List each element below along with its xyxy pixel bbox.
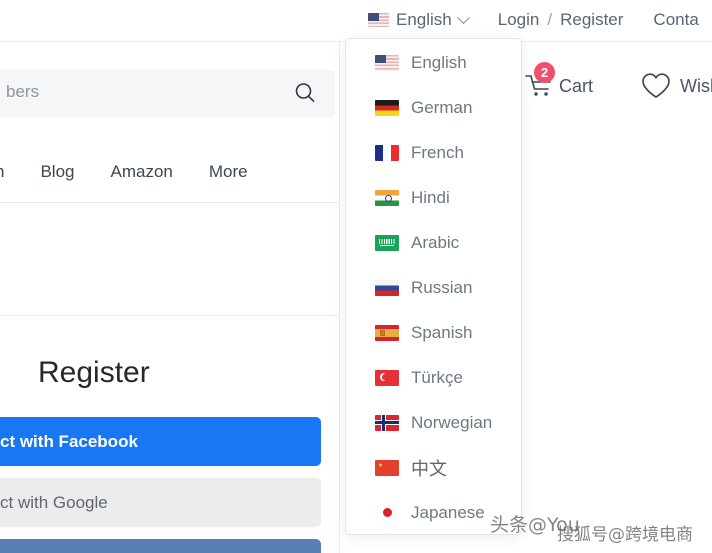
language-option-label: Arabic <box>411 232 460 252</box>
watermark-secondary: 搜狐号@跨境电商 <box>557 525 693 545</box>
sa-flag-icon <box>375 234 399 251</box>
content-divider-bottom <box>0 315 340 316</box>
heart-icon <box>642 73 670 98</box>
language-option-label: Russian <box>411 277 473 297</box>
language-option-label: English <box>411 52 467 72</box>
language-option-spanish[interactable]: Spanish <box>346 310 521 355</box>
ru-flag-icon <box>375 279 399 296</box>
nav-item-more[interactable]: More <box>209 162 248 182</box>
contact-link[interactable]: Conta <box>653 10 698 30</box>
search-input[interactable] <box>6 82 256 102</box>
language-option-label: Japanese <box>411 502 485 522</box>
fr-flag-icon <box>375 144 399 161</box>
language-option-german[interactable]: German <box>346 85 521 130</box>
us-flag-icon <box>368 13 389 27</box>
language-option-hindi[interactable]: Hindi <box>346 175 521 220</box>
screenshot-root: English Login / Register Conta y in Blog… <box>0 0 712 553</box>
nav-item-amazon[interactable]: Amazon <box>111 162 173 182</box>
register-link[interactable]: Register <box>560 10 623 30</box>
language-option-label: 中文 <box>411 458 447 479</box>
connect-with-google-button[interactable]: ct with Google <box>0 478 321 527</box>
language-option-french[interactable]: French <box>346 130 521 175</box>
language-option-norwegian[interactable]: Norwegian <box>346 400 521 445</box>
language-option-label: Spanish <box>411 322 473 342</box>
top-utility-bar-content: English Login / Register Conta <box>368 6 699 34</box>
es-flag-icon <box>375 324 399 341</box>
nav-item-blog[interactable]: Blog <box>40 162 74 182</box>
language-option-list: English German French Hindi Arabic Russi <box>346 39 521 534</box>
no-flag-icon <box>375 414 399 431</box>
language-option-label: Hindi <box>411 187 450 207</box>
cart-badge: 2 <box>534 62 555 83</box>
secondary-nav: y in Blog Amazon More <box>0 162 248 182</box>
cn-flag-icon <box>375 459 399 476</box>
tr-flag-icon <box>375 369 399 386</box>
cart-button[interactable]: 2 Cart <box>525 62 594 99</box>
language-option-russian[interactable]: Russian <box>346 265 521 310</box>
jp-flag-icon <box>375 504 399 521</box>
login-link[interactable]: Login <box>498 10 540 30</box>
cart-label: Cart <box>559 75 594 96</box>
search-bar[interactable] <box>0 70 335 117</box>
page-title: Register <box>38 356 150 389</box>
wishlist-button[interactable]: Wishlis <box>641 72 712 100</box>
language-option-chinese[interactable]: 中文 <box>346 445 521 490</box>
search-icon[interactable] <box>293 81 317 105</box>
language-option-label: Norwegian <box>411 412 493 432</box>
nav-item-signin[interactable]: y in <box>0 162 4 182</box>
language-option-label: German <box>411 97 473 117</box>
de-flag-icon <box>375 99 399 116</box>
connect-with-facebook-button[interactable]: ct with Facebook <box>0 417 321 466</box>
language-option-turkish[interactable]: Türkçe <box>346 355 521 400</box>
connect-with-other-button[interactable] <box>0 539 321 553</box>
in-flag-icon <box>375 189 399 206</box>
header-actions: 2 Cart Wishlis <box>525 62 712 100</box>
shopping-cart-icon: 2 <box>525 62 555 99</box>
language-option-label: French <box>411 142 464 162</box>
language-switcher[interactable]: English <box>368 10 470 30</box>
language-option-english[interactable]: English <box>346 40 521 85</box>
wishlist-label: Wishlis <box>680 75 712 96</box>
chevron-down-icon[interactable] <box>456 10 470 24</box>
language-option-arabic[interactable]: Arabic <box>346 220 521 265</box>
content-divider-top <box>0 202 340 203</box>
auth-separator: / <box>547 10 553 29</box>
auth-links: Login / Register <box>498 10 624 30</box>
language-dropdown-menu[interactable]: English German French Hindi Arabic Russi <box>345 38 522 535</box>
top-utility-bar: English Login / Register Conta <box>0 0 712 41</box>
vertical-divider <box>339 41 340 553</box>
language-option-label: Türkçe <box>411 367 463 387</box>
language-switcher-label: English <box>396 10 452 29</box>
us-flag-icon <box>375 54 399 71</box>
